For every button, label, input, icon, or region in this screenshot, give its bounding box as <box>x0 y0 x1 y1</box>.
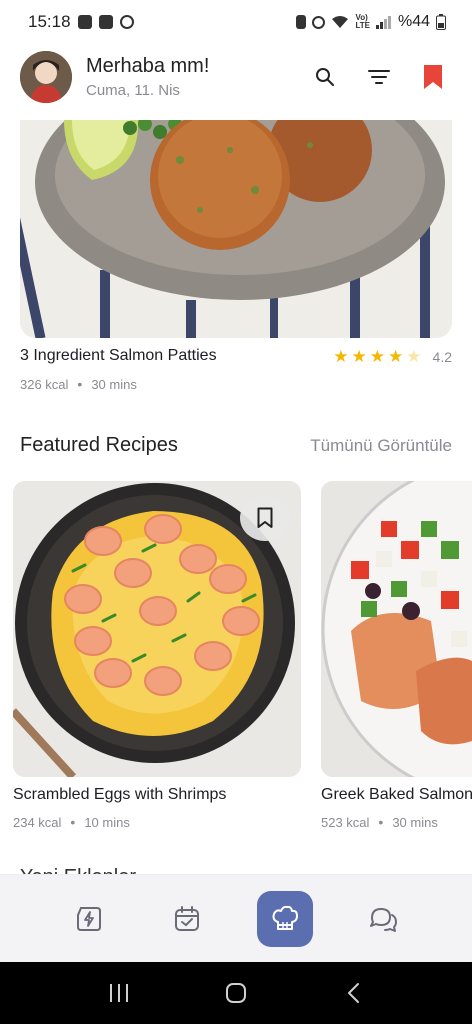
featured-card-title[interactable]: Greek Baked Salmon <box>321 786 472 804</box>
search-button[interactable] <box>312 64 338 90</box>
star-full-icon: ★ <box>369 347 386 366</box>
whatsapp-icon <box>119 15 134 29</box>
top-recipe-meta: 326 kcal • 30 mins <box>20 376 137 392</box>
app-notification-icon <box>98 15 113 29</box>
save-recipe-button[interactable] <box>240 495 290 541</box>
time-text: 30 mins <box>392 814 438 830</box>
filter-button[interactable] <box>366 64 392 90</box>
greek-salmon-photo <box>321 481 472 777</box>
calories-text: 523 kcal <box>321 814 370 830</box>
featured-title: Featured Recipes <box>20 434 178 456</box>
system-navigation-bar <box>0 962 472 1024</box>
star-empty-icon: ★ <box>406 347 422 366</box>
greeting-text: Merhaba mm! <box>86 55 210 77</box>
nav-recipes-button[interactable] <box>257 890 313 947</box>
date-text: Cuma, 11. Nis <box>86 82 180 99</box>
time-text: 10 mins <box>84 814 130 830</box>
star-full-icon: ★ <box>333 347 349 366</box>
rating-value: 4.2 <box>432 348 452 365</box>
nav-quick-button[interactable] <box>61 891 117 947</box>
featured-card-image[interactable] <box>321 481 472 777</box>
calories-text: 326 kcal <box>20 376 69 392</box>
gallery-icon <box>77 15 92 29</box>
battery-icon <box>436 14 446 30</box>
bookmark-outline-icon <box>257 507 273 528</box>
star-full-icon: ★ <box>388 347 404 366</box>
top-recipe-title[interactable]: 3 Ingredient Salmon Patties <box>20 347 217 365</box>
separator-dot: • <box>77 376 83 392</box>
app-header: Merhaba mm! Cuma, 11. Nis <box>0 44 472 110</box>
back-button[interactable] <box>333 973 373 1013</box>
nav-planner-button[interactable] <box>159 891 215 947</box>
see-all-link[interactable]: Tümünü Görüntüle <box>310 436 452 456</box>
search-icon <box>316 68 334 86</box>
calories-text: 234 kcal <box>13 814 62 830</box>
bookmarks-button[interactable] <box>420 64 446 90</box>
lock-icon <box>296 15 307 29</box>
status-bar: 15:18 Vo) LTE %44 <box>0 0 472 44</box>
wifi-icon <box>332 16 349 28</box>
bolt-icon <box>77 906 101 931</box>
alarm-icon <box>312 15 326 29</box>
recent-apps-icon <box>109 984 128 1002</box>
volte-icon: Vo) LTE <box>355 13 370 30</box>
home-button[interactable] <box>216 973 256 1013</box>
status-time: 15:18 <box>28 12 71 31</box>
bottom-navigation <box>0 874 472 962</box>
signal-icon <box>375 16 391 29</box>
chat-icon <box>370 907 397 932</box>
home-icon <box>225 983 246 1003</box>
featured-card-meta: 523 kcal • 30 mins <box>321 814 438 830</box>
back-icon <box>348 983 360 1003</box>
bookmark-filled-icon <box>424 65 442 89</box>
battery-percent: %44 <box>397 13 430 30</box>
chef-hat-icon <box>272 905 298 930</box>
featured-card-meta: 234 kcal • 10 mins <box>13 814 130 830</box>
salmon-patties-photo <box>20 120 452 338</box>
top-recipe-image[interactable] <box>20 120 452 338</box>
star-full-icon: ★ <box>351 347 367 366</box>
avatar[interactable] <box>20 51 72 103</box>
recent-apps-button[interactable] <box>99 973 139 1013</box>
featured-card-title[interactable]: Scrambled Eggs with Shrimps <box>13 786 226 804</box>
nav-chat-button[interactable] <box>355 891 411 947</box>
separator-dot: • <box>378 814 384 830</box>
time-text: 30 mins <box>91 376 137 392</box>
top-recipe-rating: ★ ★ ★ ★ ★ 4.2 <box>333 348 452 365</box>
filter-icon <box>368 70 390 84</box>
calendar-check-icon <box>175 905 199 931</box>
user-avatar-icon <box>20 51 72 103</box>
separator-dot: • <box>70 814 76 830</box>
